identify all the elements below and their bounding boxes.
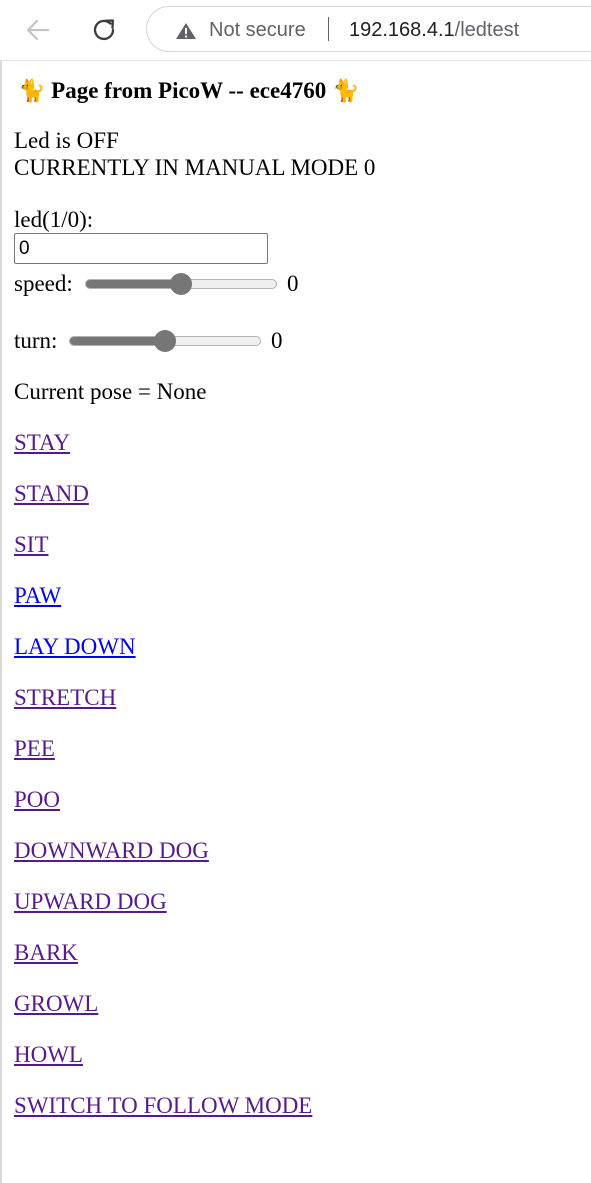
pose-link-poo[interactable]: POO	[14, 786, 60, 814]
switch-follow-mode-link[interactable]: SWITCH TO FOLLOW MODE	[14, 1092, 312, 1120]
pose-link-bark[interactable]: BARK	[14, 939, 78, 967]
pose-link-downward-dog[interactable]: DOWNWARD DOG	[14, 837, 209, 865]
url-text[interactable]: 192.168.4.1/ledtest	[349, 19, 519, 42]
pose-link-stretch[interactable]: STRETCH	[14, 684, 116, 712]
turn-slider-thumb[interactable]	[154, 330, 176, 352]
speed-slider-fill	[86, 280, 181, 288]
speed-slider-thumb[interactable]	[170, 273, 192, 295]
browser-toolbar: Not secure 192.168.4.1/ledtest	[0, 0, 591, 61]
reload-icon	[93, 19, 115, 41]
speed-label: speed:	[14, 271, 73, 296]
speed-value: 0	[287, 271, 299, 296]
warning-triangle-icon[interactable]	[175, 22, 197, 40]
pose-link-growl[interactable]: GROWL	[14, 990, 98, 1018]
speed-slider[interactable]	[85, 273, 277, 295]
address-divider	[328, 17, 329, 41]
url-host: 192.168.4.1	[349, 19, 455, 41]
pose-link-howl[interactable]: HOWL	[14, 1041, 83, 1069]
current-pose-text: Current pose = None	[14, 379, 207, 404]
page-title-text: Page from PicoW -- ece4760	[51, 78, 327, 103]
turn-slider[interactable]	[69, 330, 261, 352]
pose-link-sit[interactable]: SIT	[14, 531, 49, 559]
pose-link-stay[interactable]: STAY	[14, 429, 70, 457]
mode-status-text: CURRENTLY IN MANUAL MODE 0	[14, 155, 376, 180]
pose-link-upward-dog[interactable]: UPWARD DOG	[14, 888, 167, 916]
pose-link-paw[interactable]: PAW	[14, 582, 61, 610]
pose-link-stand[interactable]: STAND	[14, 480, 89, 508]
back-button[interactable]	[22, 14, 54, 46]
address-bar[interactable]: Not secure 192.168.4.1/ledtest	[146, 6, 591, 52]
turn-row: turn: 0	[14, 327, 334, 357]
turn-label: turn:	[14, 328, 58, 353]
turn-slider-fill	[70, 337, 165, 345]
led-input[interactable]	[14, 233, 268, 264]
cat-emoji-icon: 🐈	[18, 78, 46, 103]
turn-value: 0	[271, 328, 283, 353]
page-left-border	[0, 61, 2, 1183]
speed-row: speed: 0	[14, 270, 334, 300]
security-status-label[interactable]: Not secure	[209, 19, 306, 42]
led-status-text: Led is OFF	[14, 128, 119, 153]
pose-link-pee[interactable]: PEE	[14, 735, 55, 763]
cat-emoji-icon: 🐈	[331, 78, 360, 103]
pose-link-lay-down[interactable]: LAY DOWN	[14, 633, 136, 661]
page-title: 🐈 Page from PicoW -- ece4760 🐈	[18, 78, 359, 104]
reload-button[interactable]	[88, 14, 120, 46]
back-arrow-icon	[26, 19, 50, 41]
led-input-label: led(1/0):	[14, 207, 94, 232]
url-path: /ledtest	[454, 19, 520, 41]
